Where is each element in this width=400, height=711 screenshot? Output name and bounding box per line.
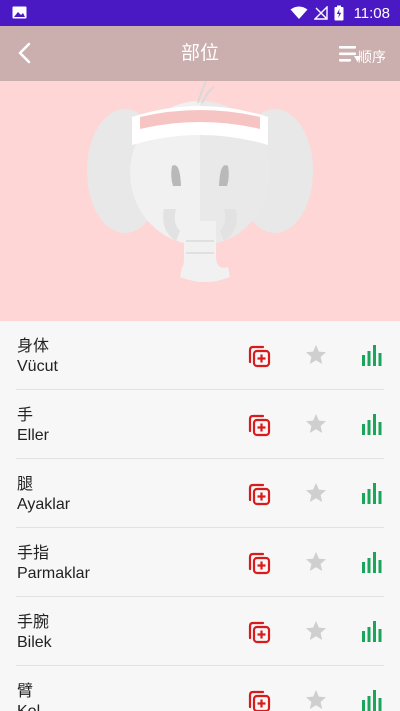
sort-label: 顺序 [358,50,386,66]
status-time: 11:08 [353,4,390,22]
elephant-illustration [87,81,313,282]
back-button[interactable] [10,38,40,68]
add-to-list-icon[interactable] [246,550,272,576]
add-to-list-icon[interactable] [246,481,272,507]
star-icon[interactable] [304,481,328,505]
list-item[interactable]: 身体 Vücut [0,321,400,390]
star-icon[interactable] [304,343,328,367]
star-icon[interactable] [304,412,328,436]
word-chinese: 臂 [17,681,34,700]
sort-button[interactable]: 顺序 [338,38,386,70]
word-chinese: 腿 [17,474,34,493]
word-turkish: Kol [17,703,40,711]
star-icon[interactable] [304,688,328,711]
stats-bars-icon[interactable] [360,619,384,643]
list-item[interactable]: 手 Eller [0,390,400,459]
word-chinese: 手腕 [17,612,50,631]
star-icon[interactable] [304,550,328,574]
stats-bars-icon[interactable] [360,481,384,505]
add-to-list-icon[interactable] [246,619,272,645]
chevron-left-icon [18,42,31,64]
status-icons: 11:08 [290,0,390,26]
add-to-list-icon[interactable] [246,343,272,369]
battery-charging-icon [334,5,344,21]
word-turkish: Eller [17,427,50,444]
list-item[interactable]: 臂 Kol [0,666,400,711]
image-icon [12,6,27,19]
word-turkish: Parmaklar [17,565,90,582]
list-item[interactable]: 手指 Parmaklar [0,528,400,597]
add-to-list-icon[interactable] [246,688,272,711]
word-chinese: 手指 [17,543,50,562]
wifi-icon [290,6,308,19]
word-chinese: 手 [17,405,34,424]
hero-banner [0,81,400,321]
word-turkish: Vücut [17,358,58,375]
signal-icon [313,6,328,20]
star-icon[interactable] [304,619,328,643]
status-bar: 11:08 [0,0,400,26]
word-chinese: 身体 [17,336,50,355]
word-list: 身体 Vücut 手 Eller 腿 Ayaklar 手指 Parmaklar … [0,321,400,711]
app-bar: 部位 顺序 [0,26,400,81]
stats-bars-icon[interactable] [360,688,384,711]
list-item[interactable]: 手腕 Bilek [0,597,400,666]
list-item[interactable]: 腿 Ayaklar [0,459,400,528]
add-to-list-icon[interactable] [246,412,272,438]
stats-bars-icon[interactable] [360,343,384,367]
stats-bars-icon[interactable] [360,550,384,574]
word-turkish: Bilek [17,634,52,651]
stats-bars-icon[interactable] [360,412,384,436]
word-turkish: Ayaklar [17,496,71,513]
